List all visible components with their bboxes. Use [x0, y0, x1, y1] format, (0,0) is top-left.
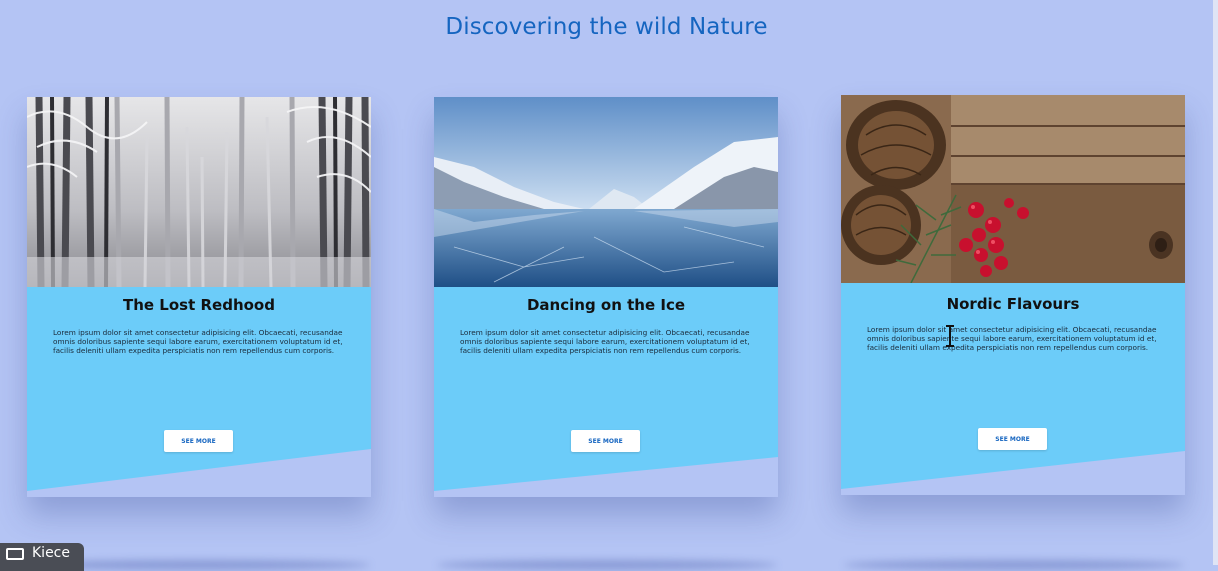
text-cursor-icon — [946, 325, 954, 347]
card-title: Dancing on the Ice — [526, 296, 686, 314]
card-title: Nordic Flavours — [946, 295, 1080, 313]
caption-icon — [6, 548, 24, 560]
see-more-button[interactable]: SEE MORE — [571, 430, 640, 452]
snowy-forest-image — [27, 97, 371, 287]
next-row-shadows — [0, 556, 1213, 570]
frozen-lake-mountains-image — [434, 97, 778, 287]
card-face: Nordic Flavours Lorem ipsum dolor sit am… — [841, 95, 1185, 489]
card-description: Lorem ipsum dolor sit amet consectetur a… — [53, 328, 343, 356]
see-more-button[interactable]: SEE MORE — [978, 428, 1047, 450]
card-lost-redhood: The Lost Redhood Lorem ipsum dolor sit a… — [27, 97, 371, 497]
card-face: The Lost Redhood Lorem ipsum dolor sit a… — [27, 97, 371, 491]
card-description: Lorem ipsum dolor sit amet consectetur a… — [867, 325, 1157, 353]
card-nordic-flavours: Nordic Flavours Lorem ipsum dolor sit am… — [841, 95, 1185, 495]
caption-badge[interactable]: Kiece — [0, 543, 84, 571]
card-face: Dancing on the Ice Lorem ipsum dolor sit… — [434, 97, 778, 491]
card-title: The Lost Redhood — [123, 296, 275, 314]
see-more-button[interactable]: SEE MORE — [164, 430, 233, 452]
card-dancing-on-ice: Dancing on the Ice Lorem ipsum dolor sit… — [434, 97, 778, 497]
caption-label: Kiece — [32, 545, 70, 561]
scrollbar-track[interactable] — [1213, 0, 1218, 565]
page-title: Discovering the wild Nature — [445, 14, 768, 40]
card-description: Lorem ipsum dolor sit amet consectetur a… — [460, 328, 750, 356]
pinecones-berries-wood-image — [841, 95, 1185, 283]
